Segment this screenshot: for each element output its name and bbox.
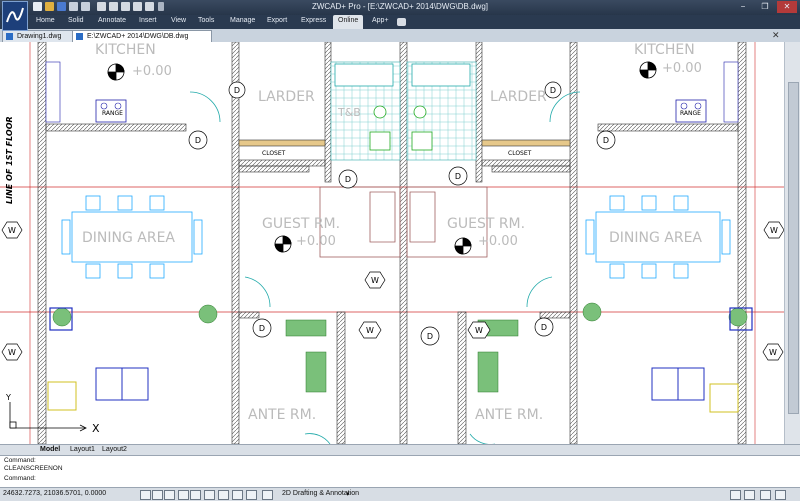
ucs-y-label: Y	[5, 393, 11, 402]
room-label-kitchen-left: KITCHEN	[95, 42, 156, 58]
menu-express[interactable]: Express	[301, 17, 326, 24]
window-tag: W	[8, 348, 16, 357]
door-tag: D	[427, 332, 433, 341]
qp-toggle[interactable]	[246, 490, 257, 500]
menu-manage[interactable]: Manage	[230, 17, 255, 24]
tab-label: Drawing1.dwg	[17, 33, 62, 40]
app-logo-icon[interactable]	[2, 1, 28, 31]
room-label-guest-left: GUEST RM.	[262, 216, 340, 232]
polar-toggle[interactable]	[178, 490, 189, 500]
tab-drawing1[interactable]: Drawing1.dwg	[2, 30, 78, 42]
otrack-toggle[interactable]	[204, 490, 215, 500]
window-title: ZWCAD+ Pro - [E:\ZWCAD+ 2014\DWG\DB.dwg]	[311, 2, 489, 11]
door-tag: D	[345, 175, 351, 184]
ucs-x-label: X	[92, 422, 100, 435]
room-label-guest-right: GUEST RM.	[447, 216, 525, 232]
room-label-larder-right: LARDER	[490, 89, 547, 105]
level-kitchen-right: +0.00	[662, 61, 702, 76]
tab-layout1[interactable]: Layout1	[70, 446, 95, 453]
menu-export[interactable]: Export	[267, 17, 287, 24]
document-tab-bar: Drawing1.dwg E:\ZWCAD+ 2014\DWG\DB.dwg ✕	[0, 29, 800, 43]
menu-annotate[interactable]: Annotate	[98, 17, 126, 24]
level-guest-right: +0.00	[478, 234, 518, 249]
window-tag: W	[769, 348, 777, 357]
ribbon-menu-bar: Home Solid Annotate Insert View Tools Ma…	[0, 15, 800, 30]
room-label-dining-right: DINING AREA	[609, 230, 702, 246]
window-tag: W	[371, 276, 379, 285]
tab-label: E:\ZWCAD+ 2014\DWG\DB.dwg	[87, 33, 189, 40]
room-label-ante-left: ANTE RM.	[248, 407, 316, 423]
grid-toggle[interactable]	[152, 490, 163, 500]
dwg-file-icon	[76, 33, 83, 40]
model-space-toggle[interactable]	[262, 490, 273, 500]
restore-button[interactable]: ❐	[755, 1, 775, 13]
window-tag: W	[8, 226, 16, 235]
osnap-toggle[interactable]	[190, 490, 201, 500]
dwg-file-icon	[6, 33, 13, 40]
chevron-down-icon[interactable]: ▾	[346, 490, 350, 498]
command-history-line: Command:	[4, 457, 36, 464]
menu-tools[interactable]: Tools	[198, 17, 214, 24]
closet-label: CLOSET	[508, 150, 532, 157]
floor-line-label: LINE OF 1ST FLOOR	[5, 116, 14, 204]
closet-label: CLOSET	[262, 150, 286, 157]
menu-insert[interactable]: Insert	[139, 17, 157, 24]
room-label-larder-left: LARDER	[258, 89, 315, 105]
room-label-kitchen-right: KITCHEN	[634, 42, 695, 58]
door-tag: D	[455, 172, 461, 181]
range-label: RANGE	[680, 110, 701, 117]
room-label-tb: T&B	[337, 106, 361, 119]
title-bar: ZWCAD+ Pro - [E:\ZWCAD+ 2014\DWG\DB.dwg]…	[0, 0, 800, 15]
menu-appplus[interactable]: App+	[372, 17, 389, 24]
window-tag: W	[366, 326, 374, 335]
drawing-canvas[interactable]: D D D D D D D D D W W W W W W W KITCHEN …	[0, 42, 784, 444]
close-tab-icon[interactable]: ✕	[772, 30, 780, 41]
scrollbar-thumb[interactable]	[788, 82, 799, 414]
room-label-ante-right: ANTE RM.	[475, 407, 543, 423]
menu-view[interactable]: View	[171, 17, 186, 24]
dynamic-input-toggle[interactable]	[232, 490, 243, 500]
snap-toggle[interactable]	[140, 490, 151, 500]
close-button[interactable]: ✕	[777, 1, 797, 13]
level-guest-left: +0.00	[296, 234, 336, 249]
door-tag: D	[603, 136, 609, 145]
status-bar: 24632.7273, 21036.5701, 0.0000 2D Drafti…	[0, 487, 800, 501]
clean-screen-icon[interactable]	[744, 490, 755, 500]
ortho-toggle[interactable]	[164, 490, 175, 500]
tab-layout2[interactable]: Layout2	[102, 446, 127, 453]
window-tag: W	[475, 326, 483, 335]
menu-home[interactable]: Home	[36, 17, 55, 24]
lineweight-toggle[interactable]	[218, 490, 229, 500]
status-menu-icon[interactable]	[760, 490, 771, 500]
tab-db-dwg[interactable]: E:\ZWCAD+ 2014\DWG\DB.dwg	[72, 30, 212, 42]
room-label-dining-left: DINING AREA	[82, 230, 175, 246]
command-input[interactable]: Command:	[4, 475, 36, 482]
range-label: RANGE	[102, 110, 123, 117]
door-tag: D	[234, 86, 240, 95]
level-kitchen-left: +0.00	[132, 64, 172, 79]
vertical-scrollbar[interactable]	[784, 42, 800, 444]
ribbon-minimize-icon[interactable]	[397, 18, 406, 26]
menu-solid[interactable]: Solid	[68, 17, 84, 24]
window-tag: W	[770, 226, 778, 235]
lock-icon[interactable]	[730, 490, 741, 500]
tab-model[interactable]: Model	[40, 446, 60, 453]
command-window[interactable]: Command: CLEANSCREENON Command:	[0, 455, 800, 488]
minimize-button[interactable]: −	[733, 1, 753, 13]
door-tag: D	[195, 136, 201, 145]
door-tag: D	[541, 323, 547, 332]
door-tag: D	[259, 324, 265, 333]
door-tag: D	[550, 86, 556, 95]
fullscreen-icon[interactable]	[775, 490, 786, 500]
coordinate-readout: 24632.7273, 21036.5701, 0.0000	[3, 490, 107, 497]
menu-online[interactable]: Online	[333, 15, 364, 29]
command-history-line: CLEANSCREENON	[4, 465, 63, 472]
